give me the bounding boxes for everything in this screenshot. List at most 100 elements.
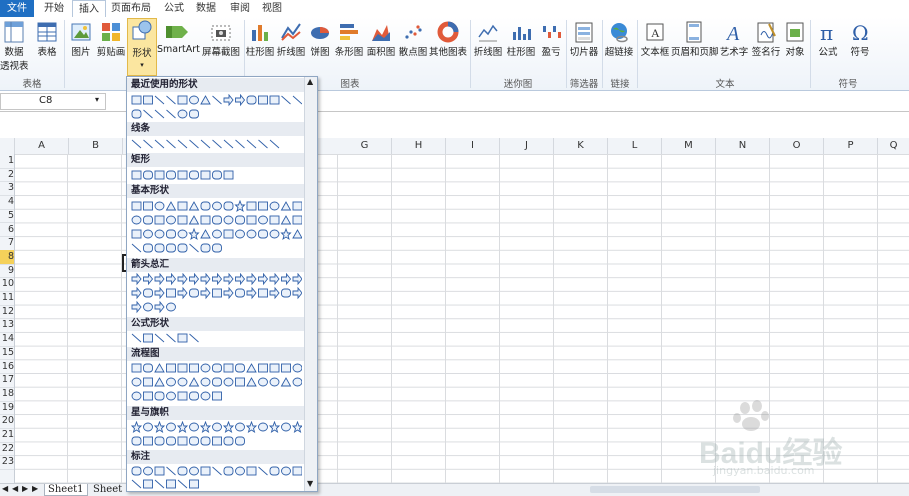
arrow-shapes-icons[interactable]: [130, 273, 302, 317]
row-header-18[interactable]: 18: [0, 387, 14, 402]
rectangle-shapes-icons[interactable]: [130, 169, 302, 182]
sheet-tab-2[interactable]: Sheet: [90, 484, 125, 495]
column-header-n[interactable]: N: [716, 138, 770, 154]
row-header-12[interactable]: 12: [0, 305, 14, 320]
tab-formulas[interactable]: 公式: [158, 0, 190, 17]
sheet-nav-next-icon[interactable]: ▶: [22, 484, 28, 493]
row-header-22[interactable]: 22: [0, 442, 14, 457]
sheet-nav-prev-icon[interactable]: ◀: [12, 484, 18, 493]
sheet-nav-last-icon[interactable]: ▶: [32, 484, 38, 493]
column-header-p[interactable]: P: [824, 138, 878, 154]
sparkline-line-button[interactable]: 折线图: [472, 20, 504, 58]
row-header-13[interactable]: 13: [0, 318, 14, 334]
scroll-down-icon[interactable]: ▼: [307, 479, 313, 488]
callout-shapes-icons[interactable]: [130, 465, 302, 489]
scroll-up-icon[interactable]: ▲: [307, 77, 313, 86]
row-header-21[interactable]: 21: [0, 428, 14, 443]
row-header-16[interactable]: 16: [0, 360, 14, 375]
row-header-14[interactable]: 14: [0, 332, 14, 347]
row-header-23[interactable]: 23: [0, 455, 14, 471]
column-header-j[interactable]: J: [500, 138, 554, 154]
clipart-button[interactable]: 剪贴画: [96, 20, 126, 58]
column-header-b[interactable]: B: [69, 138, 123, 154]
bar-chart-button[interactable]: 条形图: [334, 20, 364, 58]
column-header-i[interactable]: I: [446, 138, 500, 154]
line-chart-button[interactable]: 折线图: [276, 20, 306, 58]
tab-page-layout[interactable]: 页面布局: [108, 0, 154, 17]
name-box[interactable]: C8 ▾: [0, 93, 106, 110]
table-button[interactable]: 表格: [33, 20, 61, 58]
column-header-m[interactable]: M: [662, 138, 716, 154]
sparkline-winloss-button[interactable]: 盈亏: [538, 20, 564, 58]
sheet-nav-first-icon[interactable]: ◀: [2, 484, 8, 493]
hyperlink-button[interactable]: 超链接: [603, 20, 635, 58]
scatter-chart-button[interactable]: 散点图: [397, 20, 429, 58]
row-header-7[interactable]: 7: [0, 236, 14, 251]
row-header-4[interactable]: 4: [0, 195, 14, 210]
shape-row-flowchart[interactable]: [130, 362, 302, 401]
tab-view[interactable]: 视图: [256, 0, 288, 17]
row-header-1[interactable]: 1: [0, 154, 14, 169]
tab-review[interactable]: 审阅: [224, 0, 256, 17]
shape-row-lines[interactable]: [130, 138, 302, 151]
horizontal-scrollbar[interactable]: [590, 486, 760, 493]
line-shapes-icons[interactable]: [130, 138, 302, 151]
column-header-a[interactable]: A: [15, 138, 69, 154]
equation-button[interactable]: π 公式: [812, 20, 844, 58]
pivot-table-button[interactable]: 数据 透视表: [0, 20, 29, 72]
basic-shapes-icons[interactable]: [130, 200, 302, 256]
shape-row-recent[interactable]: [130, 94, 302, 119]
star-shapes-icons[interactable]: [130, 421, 302, 449]
header-footer-button[interactable]: 页眉和页脚: [671, 20, 719, 58]
panel-scrollbar[interactable]: ▲ ▼: [304, 77, 317, 491]
column-header-k[interactable]: K: [554, 138, 608, 154]
tab-file[interactable]: 文件: [0, 0, 34, 17]
column-header-l[interactable]: L: [608, 138, 662, 154]
equation-shapes-icons[interactable]: [130, 332, 302, 345]
column-header-g[interactable]: G: [338, 138, 392, 154]
area-chart-button[interactable]: 面积图: [365, 20, 397, 58]
column-header-o[interactable]: O: [770, 138, 824, 154]
row-header-19[interactable]: 19: [0, 401, 14, 416]
column-chart-button[interactable]: 柱形图: [245, 20, 275, 58]
sheet-tab-1[interactable]: Sheet1: [44, 484, 88, 496]
row-header-9[interactable]: 9: [0, 264, 14, 279]
row-header-15[interactable]: 15: [0, 346, 14, 361]
row-header-17[interactable]: 17: [0, 373, 14, 388]
row-header-8[interactable]: 8: [0, 249, 14, 265]
row-header-10[interactable]: 10: [0, 277, 14, 292]
screenshot-button[interactable]: 屏幕截图: [199, 20, 243, 58]
tab-data[interactable]: 数据: [190, 0, 222, 17]
wordart-button[interactable]: A 艺术字: [718, 20, 750, 58]
row-header-11[interactable]: 11: [0, 291, 14, 306]
textbox-button[interactable]: A 文本框: [639, 20, 671, 58]
shape-row-stars[interactable]: [130, 421, 302, 446]
row-header-3[interactable]: 3: [0, 181, 14, 197]
column-header-q[interactable]: Q: [878, 138, 909, 154]
row-header-6[interactable]: 6: [0, 223, 14, 238]
shapes-button[interactable]: 形状 ▾: [127, 18, 157, 76]
symbol-button[interactable]: Ω 符号: [845, 20, 875, 58]
signature-line-button[interactable]: 签名行: [750, 20, 782, 58]
pie-chart-button[interactable]: 饼图: [307, 20, 333, 58]
shape-row-arrows[interactable]: [130, 273, 302, 314]
recent-shapes-icons[interactable]: [130, 94, 302, 124]
smartart-button[interactable]: SmartArt: [157, 20, 200, 55]
chevron-down-icon[interactable]: ▾: [95, 95, 99, 104]
row-header-2[interactable]: 2: [0, 168, 14, 183]
row-header-5[interactable]: 5: [0, 209, 14, 224]
row-header-20[interactable]: 20: [0, 414, 14, 429]
slicer-button[interactable]: 切片器: [568, 20, 600, 58]
sparkline-column-button[interactable]: 柱形图: [505, 20, 537, 58]
shape-row-equation[interactable]: [130, 332, 302, 345]
shape-row-rectangles[interactable]: [130, 169, 302, 182]
other-charts-button[interactable]: 其他图表: [429, 20, 467, 58]
object-button[interactable]: 对象: [782, 20, 808, 58]
column-header-h[interactable]: H: [392, 138, 446, 154]
shape-row-basic[interactable]: [130, 200, 302, 253]
select-all-corner[interactable]: [0, 138, 15, 154]
tab-home[interactable]: 开始: [38, 0, 70, 17]
shape-row-callouts[interactable]: [130, 465, 302, 489]
flowchart-shapes-icons[interactable]: [130, 362, 302, 406]
picture-button[interactable]: 图片: [67, 20, 95, 58]
